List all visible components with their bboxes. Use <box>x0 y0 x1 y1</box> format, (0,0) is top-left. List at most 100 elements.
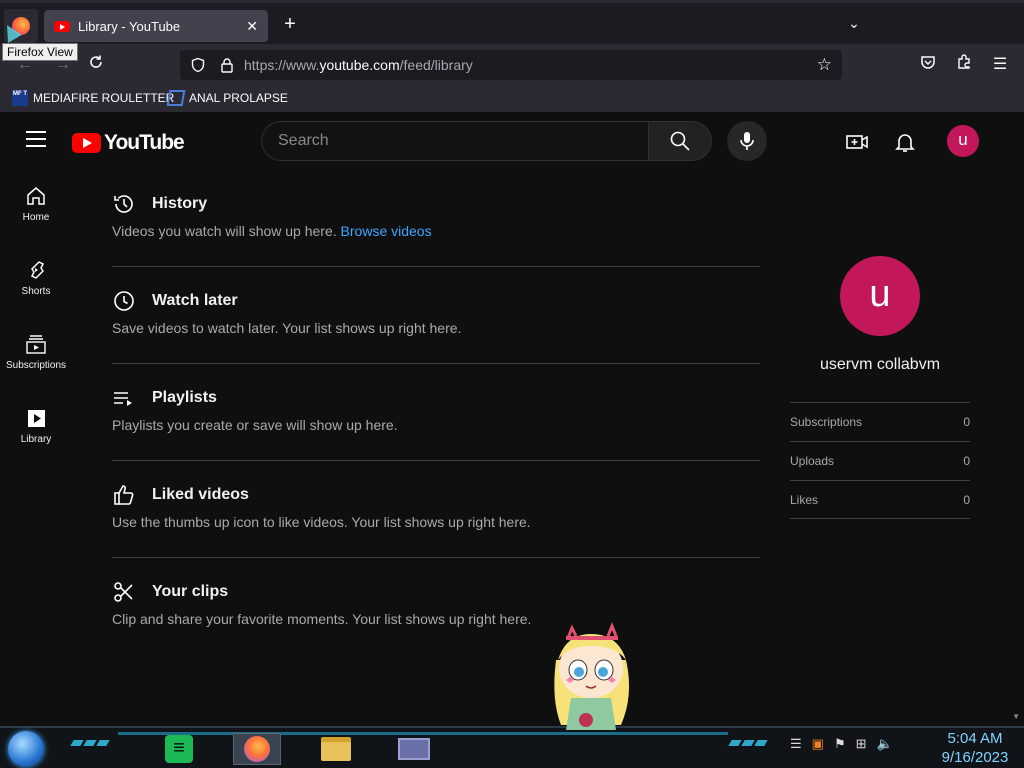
guide-item-subscriptions[interactable]: Subscriptions <box>0 318 72 392</box>
bookmark-label: ANAL PROLAPSE <box>189 91 288 105</box>
close-tab-icon[interactable]: ✕ <box>246 18 258 35</box>
browser-nav-bar: ← → https://www. youtube.com/feed/library… <box>0 44 1024 86</box>
hamburger-menu-icon[interactable] <box>26 131 46 147</box>
shield-icon[interactable] <box>190 57 206 73</box>
lock-icon[interactable] <box>220 57 234 73</box>
search-icon <box>670 131 690 151</box>
section-header[interactable]: History <box>112 192 207 216</box>
tray-app-icon[interactable]: ▣ <box>812 736 824 752</box>
section-your-clips: Your clips Clip and share your favorite … <box>112 570 760 667</box>
clock-date: 9/16/2023 <box>941 749 1009 766</box>
section-header[interactable]: Playlists <box>112 386 217 410</box>
pocket-icon[interactable] <box>917 54 939 76</box>
section-header[interactable]: Your clips <box>112 580 228 604</box>
window-icon <box>398 738 430 760</box>
notifications-bell-icon[interactable] <box>893 130 917 154</box>
section-description: Playlists you create or save will show u… <box>112 417 398 433</box>
profile-avatar[interactable]: u <box>840 256 920 336</box>
guide-item-label: Subscriptions <box>5 360 67 371</box>
subscriptions-icon <box>26 335 46 354</box>
section-history: History Videos you watch will show up he… <box>112 182 760 279</box>
section-title: Playlists <box>152 389 217 406</box>
tab-title: Library - YouTube <box>78 18 181 34</box>
guide-item-label: Library <box>20 434 52 445</box>
stat-value: 0 <box>963 492 970 507</box>
section-liked-videos: Liked videos Use the thumbs up icon to l… <box>112 473 760 570</box>
spotify-icon <box>165 735 193 763</box>
reload-icon[interactable] <box>85 54 107 76</box>
section-playlists: Playlists Playlists you create or save w… <box>112 376 760 473</box>
app-menu-icon[interactable]: ☰ <box>989 54 1011 76</box>
cartoon-character-sticker <box>554 621 630 730</box>
guide-item-shorts[interactable]: Shorts <box>0 244 72 318</box>
url-path: /feed/library <box>399 57 473 73</box>
stat-label: Subscriptions <box>790 415 863 429</box>
start-button[interactable] <box>8 731 44 767</box>
url-bar[interactable]: https://www. youtube.com/feed/library ☆ <box>180 50 842 80</box>
stat-row-uploads: Uploads 0 <box>790 441 970 480</box>
library-icon <box>28 410 45 427</box>
history-icon <box>114 195 133 213</box>
microphone-icon <box>740 132 754 150</box>
section-title: Watch later <box>152 292 238 309</box>
url-host: youtube.com <box>319 57 400 73</box>
bookmark-label: MEDIAFIRE ROULETTER <box>33 91 175 105</box>
clock-time: 5:04 AM <box>947 730 1003 747</box>
bookmark-mediafire[interactable]: MF T MEDIAFIRE ROULETTER <box>12 90 174 106</box>
flag-icon[interactable]: ⚑ <box>834 736 846 752</box>
stat-label: Uploads <box>790 454 835 468</box>
bookmark-second[interactable]: ANAL PROLAPSE <box>166 90 288 106</box>
youtube-logo[interactable]: YouTube <box>72 131 185 155</box>
section-header[interactable]: Watch later <box>112 289 238 313</box>
section-desc-text: Videos you watch will show up here. <box>112 223 337 239</box>
guide-item-home[interactable]: Home <box>0 170 72 244</box>
divider <box>112 460 760 461</box>
taskbar-firefox[interactable] <box>233 733 281 765</box>
divider <box>112 266 760 267</box>
divider <box>112 363 760 364</box>
scrollbar-down-arrow-icon[interactable]: ▼ <box>1012 712 1020 721</box>
taskbar-spotify[interactable] <box>155 733 203 765</box>
browser-tab-bar: Library - YouTube ✕ + ⌄ <box>0 0 1024 44</box>
bookmark-star-icon[interactable]: ☆ <box>817 55 832 75</box>
section-title: History <box>152 195 208 212</box>
browse-videos-link[interactable]: Browse videos <box>341 223 432 239</box>
taskbar-window[interactable] <box>390 733 438 765</box>
bookmarks-toolbar: MF T MEDIAFIRE ROULETTER ANAL PROLAPSE <box>0 86 1024 112</box>
bookmark-favicon-icon <box>166 90 186 106</box>
stat-label: Likes <box>790 492 819 507</box>
network-icon[interactable]: ⊞ <box>856 736 867 752</box>
search-input[interactable]: Search <box>261 121 649 161</box>
guide-item-label: Shorts <box>21 286 51 297</box>
section-header[interactable]: Liked videos <box>112 483 249 507</box>
guide-item-label: Home <box>22 212 50 223</box>
extensions-icon[interactable] <box>953 54 975 76</box>
tab-library-youtube[interactable]: Library - YouTube ✕ <box>44 10 268 42</box>
home-icon <box>27 187 45 205</box>
stat-value: 0 <box>963 415 970 429</box>
folder-icon <box>321 737 351 761</box>
thumbs-up-icon <box>114 485 134 505</box>
youtube-page: YouTube Search u Home Shorts Subscriptio… <box>0 112 1024 726</box>
account-avatar-button[interactable]: u <box>947 125 979 157</box>
taskbar-decoration <box>70 740 110 746</box>
guide-item-library[interactable]: Library <box>0 392 72 466</box>
section-description: Videos you watch will show up here. Brow… <box>112 223 432 239</box>
system-clock[interactable]: 5:04 AM 9/16/2023 <box>930 729 1020 767</box>
taskbar-file-explorer[interactable] <box>312 733 360 765</box>
youtube-header: YouTube Search u <box>0 112 1024 170</box>
section-title: Your clips <box>152 583 229 600</box>
voice-search-button[interactable] <box>727 121 767 161</box>
section-description: Save videos to watch later. Your list sh… <box>112 320 462 336</box>
volume-icon[interactable]: 🔈 <box>877 736 893 752</box>
new-tab-button[interactable]: + <box>280 13 300 37</box>
tab-list-chevron-icon[interactable]: ⌄ <box>844 15 864 35</box>
scissors-icon <box>114 582 133 602</box>
search-placeholder: Search <box>278 132 329 149</box>
profile-name: uservm collabvm <box>819 356 941 373</box>
section-description: Use the thumbs up icon to like videos. Y… <box>112 514 531 530</box>
stat-row-subscriptions: Subscriptions 0 <box>790 402 970 441</box>
show-hidden-icons-icon[interactable]: ☰ <box>790 736 802 752</box>
create-video-icon[interactable] <box>845 130 869 154</box>
search-button[interactable] <box>648 121 712 161</box>
